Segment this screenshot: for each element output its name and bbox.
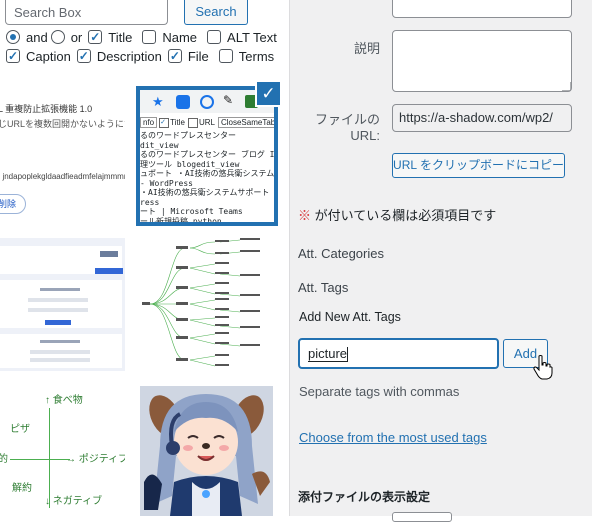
- file-checkbox-option[interactable]: ✓ File: [167, 49, 209, 64]
- media-library-panel: Search Box Search and or ✓ Title Name ALT…: [0, 0, 290, 516]
- caption-checkbox[interactable]: ✓: [6, 49, 20, 63]
- file-url-label: ファイルの URL:: [314, 112, 380, 143]
- media-item-character-illustration[interactable]: [140, 386, 273, 516]
- character-image: [140, 386, 273, 516]
- hand-pointer-icon: [533, 355, 553, 380]
- and-radio-option[interactable]: and: [6, 30, 48, 45]
- remove-pill: 削除: [0, 194, 26, 214]
- name-checkbox[interactable]: [142, 30, 157, 44]
- search-input[interactable]: Search Box: [5, 0, 168, 25]
- description-label: 説明: [353, 41, 380, 56]
- alt-text-checkbox[interactable]: [207, 30, 222, 44]
- required-note-text: が付いている欄は必須項目です: [314, 208, 497, 223]
- media-item-mindmap[interactable]: [140, 238, 273, 371]
- ext-buttons-row: nfo ✓ Title URL CloseSameTab: [140, 116, 274, 129]
- selected-check-icon[interactable]: ✓: [255, 80, 282, 107]
- name-checkbox-option[interactable]: Name: [142, 30, 197, 45]
- star-icon: ★: [152, 94, 164, 109]
- tab-list-line: るのワードプレスセンター: [140, 131, 236, 140]
- tab-list-line: ・AI技術の悠兵衛システムサポート -: [140, 188, 278, 197]
- file-url-field[interactable]: https://a-shadow.com/wp2/: [392, 104, 572, 132]
- title-checkbox[interactable]: ✓: [88, 30, 103, 44]
- or-radio[interactable]: [50, 30, 65, 44]
- attachment-display-settings-heading: 添付ファイルの表示設定: [298, 490, 431, 504]
- tab-list-line: ress: [140, 197, 160, 207]
- and-radio[interactable]: [6, 30, 20, 44]
- mindmap-image: [142, 238, 260, 367]
- required-mark: ※: [298, 208, 312, 223]
- required-note: ※ が付いている欄は必須項目です: [298, 205, 496, 224]
- tab-list-line: ール新規投稿 python: [140, 216, 222, 226]
- media-item-selected-screenshot[interactable]: ★ ✎ nfo ✓ Title URL CloseSameTab るのワードプレ…: [136, 86, 278, 226]
- most-used-tags-link[interactable]: Choose from the most used tags: [299, 430, 487, 445]
- resize-handle-icon[interactable]: [562, 82, 571, 91]
- pen-icon: ✎: [223, 93, 234, 107]
- tab-list-line: - WordPress: [140, 178, 193, 188]
- search-button[interactable]: Search: [184, 0, 248, 25]
- new-tag-input[interactable]: picture: [298, 338, 499, 369]
- tab-list-line: ュポート ・AI技術の悠兵衛システムサ: [140, 169, 278, 178]
- att-categories-label: Att. Categories: [298, 246, 384, 261]
- display-settings-select[interactable]: [392, 512, 452, 522]
- tab-list-line: るのワードプレスセンター ブログ ID: [140, 150, 278, 159]
- terms-checkbox[interactable]: [218, 49, 233, 63]
- or-radio-option[interactable]: or: [50, 30, 82, 45]
- tab-list-line: ート | Microsoft Teams: [140, 207, 243, 216]
- tab-list-line: dit_view: [140, 140, 179, 150]
- add-new-tags-label: Add New Att. Tags: [299, 310, 401, 324]
- separate-tags-hint: Separate tags with commas: [299, 384, 460, 399]
- caption-textarea[interactable]: [392, 0, 572, 18]
- tab-list: るのワードプレスセンター dit_view るのワードプレスセンター ブログ ID 理…: [140, 131, 278, 226]
- media-item-extension-screenshot[interactable]: L 重複防止拡張機能 1.0 じURLを複数回開かないようにする : jndap…: [0, 87, 125, 223]
- title-checkbox-option[interactable]: ✓ Title: [88, 30, 132, 45]
- terms-checkbox-option[interactable]: Terms: [218, 49, 274, 64]
- alt-text-checkbox-option[interactable]: ALT Text: [207, 30, 277, 45]
- description-checkbox[interactable]: ✓: [76, 49, 91, 63]
- search-fields-row: ✓ Caption ✓ Description ✓ File Terms: [6, 46, 280, 66]
- media-item-axis-diagram[interactable]: ↑ 食べ物 ピザ 的 → ポジティブ度 解約 ↓ ネガティブ: [0, 386, 125, 516]
- description-textarea[interactable]: [392, 30, 572, 92]
- copy-url-button[interactable]: URL をクリップボードにコピー: [392, 153, 565, 178]
- extension-icon: [176, 95, 190, 109]
- text-caret: [347, 347, 349, 363]
- description-checkbox-option[interactable]: ✓ Description: [76, 49, 162, 64]
- search-mode-row: and or ✓ Title Name ALT Text: [6, 27, 283, 47]
- att-tags-label: Att. Tags: [298, 280, 349, 295]
- caption-checkbox-option[interactable]: ✓ Caption: [6, 49, 71, 64]
- tab-list-line: 理ツール blogedit_view: [140, 159, 240, 169]
- file-checkbox[interactable]: ✓: [167, 49, 182, 63]
- sync-icon: [200, 95, 214, 109]
- media-item-settings-screenshot[interactable]: [0, 238, 125, 371]
